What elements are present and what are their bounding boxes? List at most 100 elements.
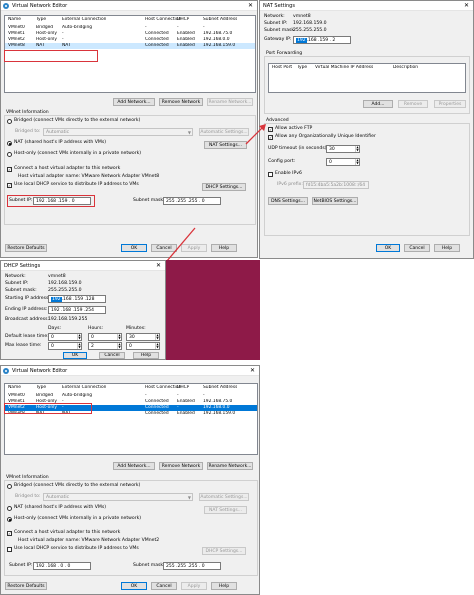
pf-add-button[interactable]: Add... xyxy=(363,100,393,108)
column-header-type[interactable]: Type xyxy=(36,17,46,23)
bridged-radio[interactable] xyxy=(7,119,12,124)
dns-settings-button[interactable]: DNS Settings... xyxy=(268,197,308,205)
ending-ip-input[interactable]: 192 .168 .159 .254 xyxy=(48,306,106,314)
cancel-button[interactable]: Cancel xyxy=(151,244,177,252)
subnet-ip-input[interactable]: 192 .168 . 0 . 0 xyxy=(33,562,91,570)
pf-header-type[interactable]: Type xyxy=(297,65,307,71)
nat-radio[interactable] xyxy=(7,141,12,146)
nat-subnet-mask-value: 255.255.255.0 xyxy=(293,28,327,33)
table-row-selected[interactable]: VMnet8 NAT NAT Connected Enabled 192.168… xyxy=(5,43,255,49)
column-header-subnet[interactable]: Subnet Address xyxy=(203,385,237,391)
allow-oui-checkbox[interactable]: ✓ xyxy=(268,135,273,140)
days-label: Days: xyxy=(48,326,62,331)
use-dhcp-checkbox[interactable]: ✓ xyxy=(7,183,12,188)
close-icon[interactable]: ✕ xyxy=(246,1,255,10)
spinner-icon[interactable]: ▲ ▼ xyxy=(117,334,121,340)
nat-settings-button[interactable]: NAT Settings... xyxy=(204,506,247,514)
dhcp-settings-button[interactable]: DHCP Settings... xyxy=(202,183,246,191)
bridged-to-label: Bridged to: xyxy=(15,494,41,499)
restore-defaults-button[interactable]: Restore Defaults xyxy=(5,582,47,590)
nat-help-button[interactable]: Help xyxy=(434,244,460,252)
subnet-mask-input[interactable]: 255 .255 .255 . 0 xyxy=(163,197,221,205)
restore-defaults-button[interactable]: Restore Defaults xyxy=(5,244,47,252)
pf-remove-button[interactable]: Remove xyxy=(398,100,428,108)
rename-network-button[interactable]: Rename Network... xyxy=(207,98,253,106)
add-network-button[interactable]: Add Network... xyxy=(113,462,155,470)
vmware-app-icon xyxy=(3,367,9,374)
use-dhcp-checkbox[interactable] xyxy=(7,547,12,552)
help-button[interactable]: Help xyxy=(211,582,237,590)
nat-radio[interactable] xyxy=(7,506,12,511)
dhcp-help-button[interactable]: Help xyxy=(133,352,159,359)
pf-header-vm-ip[interactable]: Virtual Machine IP Address xyxy=(315,65,373,71)
add-network-button[interactable]: Add Network... xyxy=(113,98,155,106)
connect-adapter-checkbox[interactable]: ✓ xyxy=(7,167,12,172)
spinner-icon[interactable]: ▲ ▼ xyxy=(155,334,159,340)
column-header-external[interactable]: External Connection xyxy=(62,385,106,391)
default-lease-hours[interactable]: 0 ▲ ▼ xyxy=(88,333,122,341)
nat-ok-button[interactable]: OK xyxy=(376,244,400,252)
pf-properties-button[interactable]: Properties xyxy=(434,100,466,108)
ok-button[interactable]: OK xyxy=(121,244,147,252)
help-button[interactable]: Help xyxy=(211,244,237,252)
remove-network-button[interactable]: Remove Network xyxy=(159,462,203,470)
dhcp-cancel-button[interactable]: Cancel xyxy=(99,352,125,359)
pf-header-host-port[interactable]: Host Port xyxy=(272,65,292,71)
ok-button[interactable]: OK xyxy=(121,582,147,590)
gateway-ip-input[interactable]: 192 .168 .159 . 2 xyxy=(293,36,351,44)
column-header-subnet[interactable]: Subnet Address xyxy=(203,17,237,23)
close-icon[interactable]: ✕ xyxy=(154,261,163,270)
spinner-icon[interactable]: ▲ ▼ xyxy=(77,334,81,340)
port-forwarding-table[interactable]: Host Port Type Virtual Machine IP Addres… xyxy=(268,63,466,93)
config-port-input[interactable]: 0 ▲ ▼ xyxy=(326,158,360,166)
nat-cancel-button[interactable]: Cancel xyxy=(404,244,430,252)
bridged-to-select[interactable]: Automatic ▼ xyxy=(43,493,193,501)
netbios-settings-button[interactable]: NetBIOS Settings... xyxy=(312,197,358,205)
close-icon[interactable]: ✕ xyxy=(248,366,257,375)
udp-timeout-value: 30 xyxy=(329,146,335,152)
spinner-icon[interactable]: ▲ ▼ xyxy=(355,159,359,165)
default-lease-minutes[interactable]: 30 ▲ ▼ xyxy=(126,333,160,341)
enable-ipv6-checkbox[interactable] xyxy=(268,172,273,177)
dhcp-settings-button[interactable]: DHCP Settings... xyxy=(202,547,246,555)
connect-adapter-checkbox[interactable]: ✓ xyxy=(7,531,12,536)
pf-header-description[interactable]: Description xyxy=(393,65,418,71)
cancel-button[interactable]: Cancel xyxy=(151,582,177,590)
bridged-to-select[interactable]: Automatic ▼ xyxy=(43,128,193,136)
host-only-radio[interactable] xyxy=(7,152,12,157)
spinner-icon[interactable]: ▲ ▼ xyxy=(117,343,121,349)
spinner-icon[interactable]: ▲ ▼ xyxy=(77,343,81,349)
bridged-radio[interactable] xyxy=(7,484,12,489)
nat-settings-button[interactable]: NAT Settings... xyxy=(204,141,247,149)
column-header-name[interactable]: Name xyxy=(8,385,21,391)
column-header-dhcp[interactable]: DHCP xyxy=(177,385,189,391)
apply-button[interactable]: Apply xyxy=(181,244,207,252)
column-header-name[interactable]: Name xyxy=(8,17,21,23)
max-lease-hours[interactable]: 2 ▲ ▼ xyxy=(88,342,122,350)
max-lease-minutes[interactable]: 0 ▲ ▼ xyxy=(126,342,160,350)
column-header-dhcp[interactable]: DHCP xyxy=(177,17,189,23)
apply-button[interactable]: Apply xyxy=(181,582,207,590)
remove-network-button[interactable]: Remove Network xyxy=(159,98,203,106)
udp-timeout-input[interactable]: 30 ▲ ▼ xyxy=(326,145,360,153)
automatic-settings-button[interactable]: Automatic Settings... xyxy=(199,493,249,501)
column-header-external[interactable]: External Connection xyxy=(62,17,106,23)
dhcp-ok-button[interactable]: OK xyxy=(63,352,87,359)
default-lease-days[interactable]: 0 ▲ ▼ xyxy=(48,333,82,341)
rename-network-button[interactable]: Rename Network... xyxy=(207,462,253,470)
starting-ip-input[interactable]: 192 .168 .159 .128 xyxy=(48,295,106,303)
ipv6-prefix-input[interactable]: fd15:4ba5:5a2b:1008::/64 xyxy=(303,181,369,189)
column-header-host[interactable]: Host Connection xyxy=(145,385,181,391)
subnet-mask-input[interactable]: 255 .255 .255 . 0 xyxy=(163,562,221,570)
column-header-type[interactable]: Type xyxy=(36,385,46,391)
nat-titlebar: NAT Settings ✕ xyxy=(260,1,473,11)
close-icon[interactable]: ✕ xyxy=(462,1,471,10)
host-only-radio[interactable] xyxy=(7,517,12,522)
automatic-settings-button[interactable]: Automatic Settings... xyxy=(199,128,249,136)
column-header-host[interactable]: Host Connection xyxy=(145,17,181,23)
spinner-icon[interactable]: ▲ ▼ xyxy=(355,146,359,152)
allow-ftp-checkbox[interactable]: ✓ xyxy=(268,127,273,132)
max-lease-days[interactable]: 0 ▲ ▼ xyxy=(48,342,82,350)
highlight-box xyxy=(4,50,98,62)
spinner-icon[interactable]: ▲ ▼ xyxy=(155,343,159,349)
